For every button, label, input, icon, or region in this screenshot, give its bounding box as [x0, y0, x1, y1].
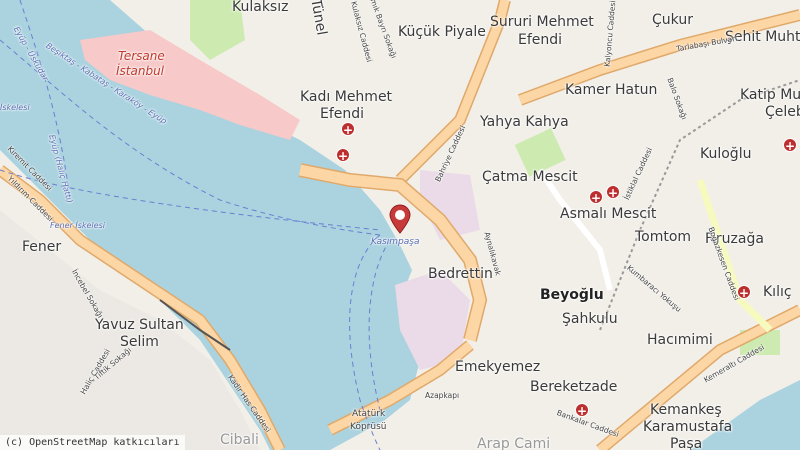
hospital-icon[interactable]: +	[341, 122, 355, 137]
district-label: Bedrettin	[428, 266, 493, 282]
district-label: Tersane	[118, 49, 165, 63]
district-label: Beyoğlu	[540, 287, 604, 303]
district-label: Hacımimi	[647, 332, 713, 348]
map-pin-icon[interactable]	[388, 204, 412, 234]
district-label: Fener	[22, 239, 62, 255]
district-label: Çelebi	[765, 104, 800, 120]
district-label: Efendi	[518, 32, 563, 48]
hospital-icon[interactable]: +	[737, 285, 751, 300]
map-view[interactable]: Kulaksız Tünel Küçük Piyale Sururi Mehme…	[0, 0, 800, 450]
district-label: Cibali	[220, 432, 259, 448]
map-attribution: (c) OpenStreetMap katkıcıları	[0, 435, 185, 450]
street-label: Atatürk	[352, 409, 386, 419]
hospital-icon[interactable]: +	[606, 185, 620, 200]
district-label: Çatma Mescit	[482, 169, 578, 185]
district-label: Kemankeş	[650, 402, 722, 418]
district-label: Tomtom	[635, 229, 692, 245]
hospital-icon[interactable]: +	[336, 148, 350, 163]
ferry-pier-label: Kasımpaşa	[371, 237, 420, 247]
district-label: Paşa	[670, 436, 703, 450]
district-label: Kuloğlu	[700, 146, 752, 162]
ferry-pier-label: Fener İskelesi	[50, 221, 105, 230]
district-label: Asmalı Mescit	[560, 206, 657, 222]
district-label: Bereketzade	[530, 379, 618, 395]
district-label: Şahkulu	[562, 311, 618, 327]
district-label: Kılıç	[763, 284, 792, 300]
district-label: Kamer Hatun	[565, 82, 658, 98]
ferry-pier-label: İskelesi	[0, 103, 30, 112]
district-label: Sururi Mehmet	[490, 14, 594, 30]
hospital-icon[interactable]: +	[783, 138, 797, 153]
district-label: Arap Cami	[477, 436, 551, 450]
district-label: İstanbul	[116, 64, 165, 78]
district-label: Katip Musta	[740, 87, 800, 103]
district-label: Yahya Kahya	[480, 114, 569, 130]
district-label: Karamustafa	[643, 419, 733, 435]
hospital-icon[interactable]: +	[575, 403, 589, 418]
hospital-icon[interactable]: +	[589, 190, 603, 205]
district-label: Kulaksız	[232, 0, 289, 15]
district-label: Çukur	[652, 12, 693, 28]
district-label: Emekyemez	[455, 359, 541, 375]
street-label: Azapkapı	[425, 391, 460, 400]
district-label: Efendi	[320, 106, 365, 122]
district-label: Kadı Mehmet	[300, 89, 393, 105]
district-label: Yavuz Sultan	[95, 317, 184, 333]
district-label: Küçük Piyale	[398, 24, 486, 40]
street-label: Köprüsü	[350, 422, 387, 432]
